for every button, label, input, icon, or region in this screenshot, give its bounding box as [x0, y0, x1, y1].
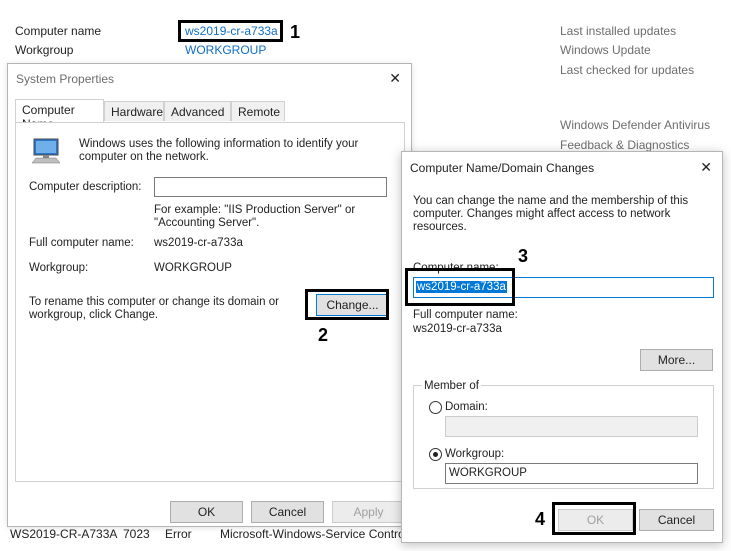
- tab-advanced[interactable]: Advanced: [164, 101, 231, 121]
- workgroup-input[interactable]: WORKGROUP: [445, 463, 698, 484]
- callout-number-1: 1: [290, 22, 301, 42]
- member-of-label: Member of: [422, 380, 481, 392]
- callout-box-3: [405, 268, 515, 306]
- callout-box-2: [305, 289, 389, 320]
- example-text: For example: "IIS Production Server" or …: [154, 204, 356, 229]
- workgroup-link[interactable]: WORKGROUP: [185, 43, 266, 57]
- cancel-button[interactable]: Cancel: [639, 509, 714, 531]
- computer-name-label: Computer name: [15, 24, 102, 38]
- tab-hardware[interactable]: Hardware: [104, 101, 164, 121]
- event-level: Error: [165, 527, 192, 541]
- callout-box-1: [178, 20, 283, 42]
- callout-number-2: 2: [318, 325, 329, 345]
- workgroup-value: WORKGROUP: [154, 262, 232, 274]
- tab-remote[interactable]: Remote: [231, 101, 285, 121]
- more-button[interactable]: More...: [640, 349, 713, 371]
- workgroup-label: Workgroup:: [29, 262, 89, 274]
- dialog-title: System Properties: [16, 72, 115, 86]
- callout-number-3: 3: [518, 246, 529, 266]
- workgroup-input-value: WORKGROUP: [449, 467, 527, 479]
- member-of-group: Member of Domain: Workgroup: WORKGROUP: [413, 380, 714, 489]
- title-bar: System Properties ✕: [8, 64, 411, 94]
- defender-antivirus-label: Windows Defender Antivirus: [560, 118, 711, 132]
- full-name-value: ws2019-cr-a733a: [154, 237, 243, 249]
- apply-button[interactable]: Apply: [332, 501, 405, 523]
- workgroup-radio[interactable]: [429, 448, 442, 461]
- name-domain-changes-dialog: Computer Name/Domain Changes ✕ You can c…: [401, 151, 723, 543]
- computer-monitor-icon: [30, 137, 64, 165]
- workgroup-label: Workgroup: [15, 43, 74, 57]
- domain-label: Domain:: [445, 401, 488, 413]
- cancel-button[interactable]: Cancel: [251, 501, 324, 523]
- event-id: 7023: [123, 527, 150, 541]
- last-installed-updates-label: Last installed updates: [560, 24, 677, 38]
- full-name-value: ws2019-cr-a733a: [413, 323, 502, 335]
- intro-text: You can change the name and the membersh…: [413, 195, 689, 233]
- event-server: WS2019-CR-A733A: [10, 527, 118, 541]
- callout-number-4: 4: [535, 509, 546, 529]
- intro-text: Windows uses the following information t…: [79, 138, 359, 163]
- windows-update-label: Windows Update: [560, 43, 651, 57]
- callout-box-4: [552, 502, 636, 535]
- ok-button[interactable]: OK: [170, 501, 243, 523]
- title-bar: Computer Name/Domain Changes ✕: [402, 152, 722, 182]
- workgroup-label: Workgroup:: [445, 448, 505, 460]
- last-checked-updates-label: Last checked for updates: [560, 63, 695, 77]
- description-input[interactable]: [154, 177, 387, 197]
- tab-computer-name[interactable]: Computer Name: [15, 99, 104, 131]
- full-name-label: Full computer name:: [29, 237, 134, 249]
- full-name-label: Full computer name:: [413, 309, 518, 321]
- dialog-title: Computer Name/Domain Changes: [410, 161, 595, 175]
- feedback-diagnostics-label: Feedback & Diagnostics: [560, 138, 690, 152]
- description-label: Computer description:: [29, 181, 142, 193]
- event-source: Microsoft-Windows-Service Contro: [220, 527, 405, 541]
- close-icon[interactable]: ✕: [389, 70, 401, 87]
- workgroup-radio-dot: [433, 452, 438, 457]
- close-icon[interactable]: ✕: [700, 159, 712, 176]
- domain-input[interactable]: [445, 416, 698, 437]
- rename-text: To rename this computer or change its do…: [29, 296, 279, 321]
- domain-radio[interactable]: [429, 401, 442, 414]
